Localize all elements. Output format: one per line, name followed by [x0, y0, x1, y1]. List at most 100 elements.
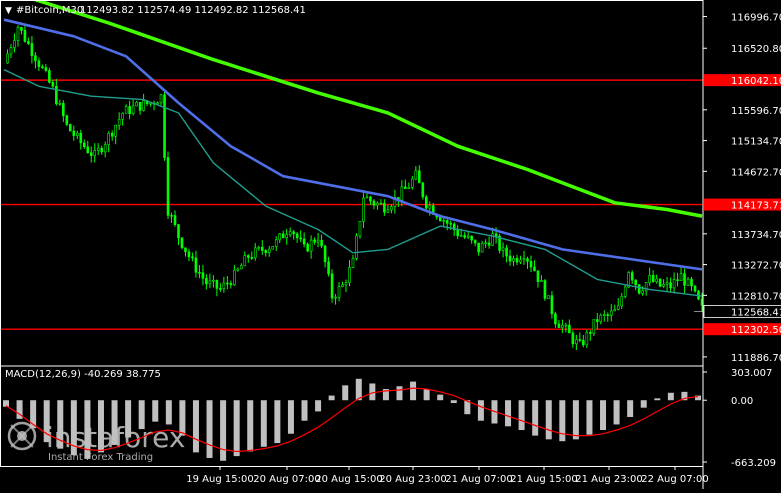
macd-histogram-bar: [206, 400, 213, 458]
candle-body: [595, 319, 599, 322]
candle-body: [508, 255, 512, 262]
candle-body: [609, 310, 613, 316]
price-tick-label: 113272.70: [731, 261, 781, 272]
candle-body: [568, 324, 571, 334]
level-label: 112302.50: [731, 325, 781, 336]
candle-body: [473, 239, 477, 244]
candle-body: [634, 279, 637, 285]
candle-body: [292, 231, 295, 235]
candle-body: [233, 269, 236, 286]
candle-body: [159, 94, 163, 104]
candle-body: [163, 94, 166, 158]
symbol-label: #Bitcoin,M30: [16, 5, 83, 16]
candle-body: [219, 288, 222, 290]
candle-body: [30, 43, 34, 56]
candle-body: [672, 279, 676, 289]
candle-body: [561, 324, 564, 328]
macd-histogram-bar: [423, 389, 430, 401]
candle-body: [323, 245, 327, 263]
candle-body: [184, 247, 187, 253]
candle-body: [131, 105, 135, 115]
candle-body: [309, 239, 313, 252]
candle-body: [641, 290, 644, 294]
macd-tick-label: 303.007: [731, 368, 772, 379]
candle-body: [341, 284, 344, 287]
candle-body: [187, 251, 191, 258]
macd-histogram-bar: [328, 395, 335, 401]
candle-body: [65, 115, 69, 125]
candle-body: [449, 222, 453, 225]
candle-body: [564, 324, 568, 327]
candle-body: [679, 273, 683, 281]
candle-body: [686, 278, 690, 286]
candle-body: [501, 247, 505, 251]
candle-body: [411, 178, 414, 188]
candle-body: [355, 235, 358, 259]
candle-body: [86, 146, 90, 153]
candle-body: [177, 224, 180, 239]
candle-body: [466, 235, 470, 238]
candle-body: [271, 246, 275, 250]
candle-body: [62, 102, 65, 117]
time-tick-label: 19 Aug 15:00: [186, 474, 253, 485]
candle-body: [229, 283, 233, 286]
candle-body: [543, 280, 547, 299]
candle-body: [421, 182, 425, 198]
candle-body: [89, 152, 93, 156]
candle-body: [82, 142, 86, 148]
candle-body: [445, 220, 449, 224]
candle-body: [372, 200, 376, 206]
candle-body: [327, 261, 330, 275]
chart-svg: instaforex Instant Forex Trading ▼ #Bitc…: [0, 0, 781, 489]
candle-body: [198, 272, 201, 274]
candle-body: [662, 284, 665, 287]
candle-body: [337, 286, 341, 298]
price-tick-label: 116520.80: [731, 44, 781, 55]
candle-body: [529, 261, 533, 268]
candle-body: [48, 70, 51, 83]
candle-body: [550, 295, 554, 315]
candle-body: [194, 257, 198, 273]
price-tick-label: 116996.70: [731, 13, 781, 24]
candle-body: [180, 237, 184, 249]
candle-body: [13, 40, 16, 48]
candle-body: [438, 216, 442, 222]
candle-body: [690, 278, 693, 287]
candle-body: [58, 102, 62, 105]
candle-body: [376, 202, 379, 206]
candle-body: [208, 280, 212, 285]
watermark-tagline: Instant Forex Trading: [48, 452, 153, 463]
candle-body: [37, 60, 41, 67]
candle-body: [41, 66, 44, 68]
dropdown-arrow-icon[interactable]: ▼: [5, 6, 12, 16]
candle-body: [320, 239, 323, 247]
candle-body: [589, 332, 592, 334]
macd-histogram-bar: [192, 400, 199, 453]
candle-body: [23, 30, 27, 42]
candle-body: [240, 265, 243, 270]
candle-body: [114, 124, 117, 137]
candle-body: [383, 202, 386, 213]
candle-body: [128, 106, 131, 115]
candle-body: [533, 266, 536, 271]
time-tick-label: 20 Aug 07:00: [253, 474, 320, 485]
macd-histogram-bar: [220, 400, 227, 461]
candle-body: [142, 100, 145, 111]
macd-histogram-bar: [165, 400, 172, 425]
candle-body: [365, 196, 369, 199]
candle-body: [557, 323, 561, 328]
candle-body: [522, 258, 526, 261]
price-tick-label: 113734.70: [731, 230, 781, 241]
macd-histogram-bar: [627, 400, 634, 417]
ohlc-readout: 112493.82 112574.49 112492.82 112568.41: [80, 5, 306, 16]
candle-body: [69, 124, 72, 132]
candle-body: [96, 147, 100, 151]
time-tick-label: 21 Aug 23:00: [575, 474, 642, 485]
candle-body: [616, 305, 620, 310]
chart-header: ▼ #Bitcoin,M30 112493.82 112574.49 11249…: [5, 5, 306, 380]
candle-body: [480, 243, 484, 253]
candle-body: [348, 267, 351, 283]
candle-body: [313, 239, 316, 243]
macd-histogram-bar: [247, 400, 254, 452]
time-tick-label: 21 Aug 07:00: [445, 474, 512, 485]
